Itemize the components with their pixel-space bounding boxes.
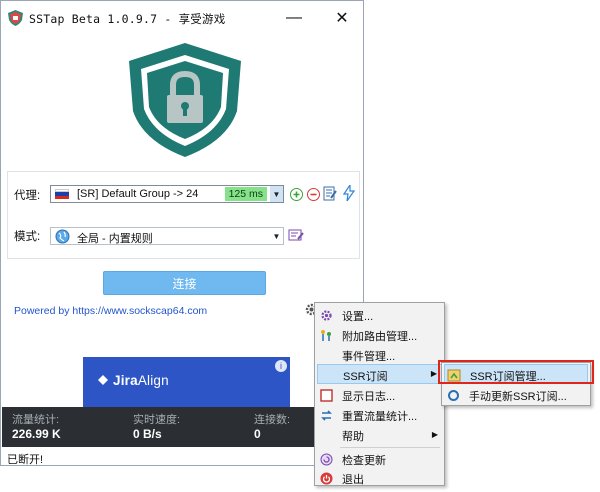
submenu-arrow-icon: ▶ <box>430 369 437 378</box>
connect-button[interactable]: 连接 <box>103 271 266 295</box>
ad-info-icon[interactable]: i <box>275 360 287 372</box>
sstap-window: SSTap Beta 1.0.9.7 - 享受游戏 — ✕ 代理: [SR] D… <box>0 0 364 466</box>
menu-item-exit[interactable]: 退出 <box>317 468 442 488</box>
menu-item-check-update[interactable]: 检查更新 <box>317 449 442 469</box>
chevron-down-icon[interactable]: ▼ <box>270 228 283 244</box>
proxy-select[interactable]: [SR] Default Group -> 24 125 ms ▼ <box>50 185 284 203</box>
add-proxy-button[interactable] <box>288 186 304 202</box>
traffic-label: 流量统计: <box>12 414 60 426</box>
window-title: SSTap Beta 1.0.9.7 - 享受游戏 <box>29 12 226 26</box>
remove-icon <box>306 187 320 201</box>
menu-item-label: 显示日志... <box>342 391 396 403</box>
edit-icon <box>323 186 337 200</box>
connections-value: 0 <box>254 427 261 441</box>
edit-proxy-button[interactable] <box>322 185 338 201</box>
mode-label: 模式: <box>14 231 41 243</box>
chevron-down-icon[interactable]: ▼ <box>270 186 283 202</box>
ad-logo: JiraAlign <box>97 373 169 388</box>
menu-item-label: 退出 <box>342 474 364 486</box>
speed-label: 实时速度: <box>133 414 181 426</box>
close-icon: ✕ <box>335 10 349 27</box>
remove-proxy-button[interactable] <box>305 186 321 202</box>
ad-brand-bold: Jira <box>113 373 138 388</box>
app-shield-icon <box>8 10 23 26</box>
mode-select[interactable]: 全局 - 内置规则 ▼ <box>50 227 284 245</box>
close-button[interactable]: ✕ <box>319 1 365 35</box>
powered-by-link[interactable]: Powered by https://www.sockscap64.com <box>14 305 207 317</box>
menu-item-label: 事件管理... <box>342 351 396 363</box>
globe-icon <box>55 229 70 244</box>
stats-bar: 流量统计: 226.99 K 实时速度: 0 B/s 连接数: 0 <box>2 407 364 447</box>
status-text: 已断开! <box>7 454 44 466</box>
menu-item-label: 设置... <box>342 311 374 323</box>
menu-separator <box>340 447 440 448</box>
edit-mode-button[interactable] <box>288 227 304 243</box>
menu-item-label: 手动更新SSR订阅... <box>469 391 567 403</box>
minimize-icon: — <box>286 9 302 26</box>
log-icon <box>319 388 333 402</box>
shield-lock-icon <box>129 43 241 157</box>
traffic-value: 226.99 K <box>12 427 61 441</box>
menu-item-ssr-subscription[interactable]: SSR订阅 ▶ <box>317 364 442 384</box>
add-icon <box>289 187 303 201</box>
proxy-value: [SR] Default Group -> 24 <box>77 188 199 200</box>
russia-flag-icon <box>55 189 69 199</box>
menu-item-label: SSR订阅 <box>343 371 388 383</box>
test-latency-button[interactable] <box>341 185 357 201</box>
menu-item-ssr-update[interactable]: 手动更新SSR订阅... <box>444 385 588 405</box>
advertisement-banner[interactable]: JiraAlign i <box>83 357 290 407</box>
power-icon <box>319 471 333 485</box>
menu-item-routes[interactable]: 附加路由管理... <box>317 325 442 345</box>
menu-item-help[interactable]: 帮助 ▶ <box>317 425 442 445</box>
ad-brand-rest: Align <box>137 373 169 388</box>
latency-badge: 125 ms <box>224 187 267 201</box>
settings-panel: 代理: [SR] Default Group -> 24 125 ms ▼ 模式… <box>7 171 360 259</box>
title-bar[interactable]: SSTap Beta 1.0.9.7 - 享受游戏 — ✕ <box>1 1 363 35</box>
menu-item-show-log[interactable]: 显示日志... <box>317 385 442 405</box>
menu-item-events[interactable]: 事件管理... <box>317 345 442 365</box>
connections-label: 连接数: <box>254 414 291 426</box>
annotation-highlight-box <box>438 360 594 384</box>
menu-item-reset-stats[interactable]: 重置流量统计... <box>317 405 442 425</box>
proxy-label: 代理: <box>14 190 41 202</box>
jira-logo-icon <box>98 375 108 385</box>
speed-value: 0 B/s <box>133 427 162 441</box>
route-icon <box>319 328 333 342</box>
lightning-icon <box>343 185 355 201</box>
refresh-icon <box>319 408 333 422</box>
menu-item-label: 附加路由管理... <box>342 331 418 343</box>
mode-value: 全局 - 内置规则 <box>77 233 153 245</box>
sync-icon <box>446 388 460 402</box>
minimize-button[interactable]: — <box>271 1 317 35</box>
edit-rule-icon <box>288 229 304 241</box>
update-icon <box>319 452 333 466</box>
menu-item-label: 帮助 <box>342 431 364 443</box>
menu-item-label: 检查更新 <box>342 455 386 467</box>
menu-item-label: 重置流量统计... <box>342 411 418 423</box>
menu-item-settings[interactable]: 设置... <box>317 305 442 325</box>
gear-icon <box>319 308 333 322</box>
submenu-arrow-icon: ▶ <box>431 430 438 439</box>
context-menu: 设置... 附加路由管理... 事件管理... SSR订阅 ▶ 显示日志... … <box>314 302 445 486</box>
